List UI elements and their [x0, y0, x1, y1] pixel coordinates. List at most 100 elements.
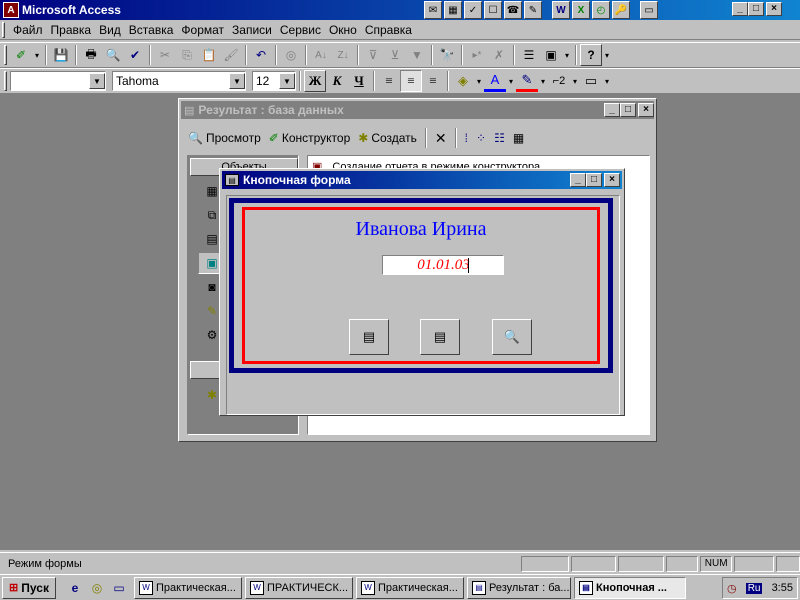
underline-button[interactable]: Ч [348, 70, 370, 92]
task-word-3[interactable]: W Практическая... [356, 576, 464, 599]
format-painter-icon[interactable]: 🖌 [220, 44, 242, 66]
scheduler-icon[interactable]: ◷ [727, 582, 737, 595]
filter-by-form-icon[interactable]: ⊻ [384, 44, 406, 66]
hyperlink-icon[interactable]: ◎ [280, 44, 302, 66]
maximize-button[interactable]: □ [620, 103, 636, 117]
start-button[interactable]: ⊞ Пуск [2, 576, 56, 599]
align-right-button[interactable]: ≡ [422, 70, 444, 92]
special-effect-icon[interactable]: ▭ [580, 70, 602, 92]
list-view-button[interactable]: ☷ [491, 127, 508, 149]
font-color-icon[interactable]: A [484, 70, 506, 92]
spelling-icon[interactable]: ✔ [124, 44, 146, 66]
toolbar-grip[interactable] [4, 45, 7, 65]
fill-color-icon[interactable]: ◈ [452, 70, 474, 92]
special-effect-dropdown-arrow[interactable]: ▾ [602, 77, 612, 86]
excel-icon[interactable]: X [572, 1, 590, 19]
help-icon[interactable]: ? [580, 44, 602, 66]
open-form-button-2[interactable]: ▤ [420, 319, 460, 355]
cut-icon[interactable]: ✂ [154, 44, 176, 66]
menu-view[interactable]: Вид [95, 23, 125, 37]
task-word-2[interactable]: W ПРАКТИЧЕСК... [245, 576, 353, 599]
paste-icon[interactable]: 📋 [198, 44, 220, 66]
chevron-down-icon[interactable]: ▼ [229, 73, 245, 89]
filter-by-selection-icon[interactable]: ⊽ [362, 44, 384, 66]
line-color-icon[interactable]: ✎ [516, 70, 538, 92]
details-view-button[interactable]: ▦ [510, 127, 527, 149]
open-form-button[interactable]: ▤ [349, 319, 389, 355]
font-size-combo[interactable]: 12 ▼ [252, 71, 296, 91]
close-button[interactable]: × [638, 103, 654, 117]
menu-tools[interactable]: Сервис [276, 23, 325, 37]
journal-icon[interactable]: ✎ [524, 1, 542, 19]
print-preview-icon[interactable]: 🔍 [102, 44, 124, 66]
bold-button[interactable]: Ж [304, 70, 326, 92]
delete-record-icon[interactable]: ✗ [488, 44, 510, 66]
chevron-down-icon[interactable]: ▼ [279, 73, 295, 89]
menu-grip[interactable] [2, 21, 5, 38]
task-icon[interactable]: ✓ [464, 1, 482, 19]
language-indicator[interactable]: Ru [745, 582, 763, 594]
contact-icon[interactable]: ☎ [504, 1, 522, 19]
view-button[interactable]: 🔍 Просмотр [185, 127, 264, 149]
print-icon[interactable]: 🖶 [80, 44, 102, 66]
properties-icon[interactable]: ☰ [518, 44, 540, 66]
preview-report-button[interactable]: 🔍 [492, 319, 532, 355]
menu-format[interactable]: Формат [177, 23, 228, 37]
line-width-dropdown-arrow[interactable]: ▾ [570, 77, 580, 86]
large-icons-button[interactable]: ⁞ [462, 127, 471, 149]
outlook-icon[interactable]: ◴ [592, 1, 610, 19]
task-switchboard-form[interactable]: ▤ Кнопочная ... [574, 576, 686, 599]
minimize-button[interactable]: _ [570, 173, 586, 187]
sort-descending-icon[interactable]: Z↓ [332, 44, 354, 66]
menu-window[interactable]: Окно [325, 23, 361, 37]
new-record-icon[interactable]: ▸* [466, 44, 488, 66]
toolbar-grip[interactable] [4, 71, 7, 91]
create-button[interactable]: ✱ Создать [355, 127, 420, 149]
minimize-button[interactable]: _ [604, 103, 620, 117]
apply-filter-icon[interactable]: ▼ [406, 44, 428, 66]
undo-icon[interactable]: ↶ [250, 44, 272, 66]
new-object-dropdown-arrow[interactable]: ▾ [562, 51, 572, 60]
line-width-icon[interactable]: ⌐2 [548, 70, 570, 92]
show-desktop-icon[interactable]: ▭ [110, 579, 128, 597]
access-icon[interactable]: 🔑 [612, 1, 630, 19]
view-dropdown-arrow[interactable]: ▾ [32, 51, 42, 60]
maximize-button[interactable]: □ [748, 2, 764, 16]
delete-button[interactable]: ✕ [432, 127, 450, 149]
menu-records[interactable]: Записи [228, 23, 276, 37]
outlook-express-icon[interactable]: ◎ [88, 579, 106, 597]
clock[interactable]: 3:55 [772, 582, 793, 594]
align-left-button[interactable]: ≡ [378, 70, 400, 92]
font-name-combo[interactable]: Tahoma ▼ [112, 71, 246, 91]
design-button[interactable]: ✐ Конструктор [266, 127, 353, 149]
small-icons-button[interactable]: ⁘ [473, 127, 489, 149]
sort-ascending-icon[interactable]: A↓ [310, 44, 332, 66]
task-database-window[interactable]: ▤ Результат : ба... [467, 576, 571, 599]
find-icon[interactable]: 🔭 [436, 44, 458, 66]
minimize-button[interactable]: _ [732, 2, 748, 16]
copy-icon[interactable]: ⎘ [176, 44, 198, 66]
menu-help[interactable]: Справка [361, 23, 416, 37]
date-field[interactable]: 01.01.03 [382, 255, 504, 275]
chevron-down-icon[interactable]: ▼ [89, 73, 105, 89]
task-word-1[interactable]: W Практическая... [134, 576, 242, 599]
calendar-icon[interactable]: ▦ [444, 1, 462, 19]
internet-explorer-icon[interactable]: e [66, 579, 84, 597]
access-app-icon[interactable]: A [3, 2, 19, 18]
close-button[interactable]: × [604, 173, 620, 187]
line-color-dropdown-arrow[interactable]: ▾ [538, 77, 548, 86]
menu-insert[interactable]: Вставка [125, 23, 178, 37]
menu-file[interactable]: Файл [9, 23, 47, 37]
fill-color-dropdown-arrow[interactable]: ▾ [474, 77, 484, 86]
database-window-icon[interactable]: ▣ [540, 44, 562, 66]
menu-edit[interactable]: Правка [47, 23, 96, 37]
italic-button[interactable]: К [326, 70, 348, 92]
help-dropdown-arrow[interactable]: ▾ [602, 51, 612, 60]
object-combo[interactable]: ▼ [10, 71, 106, 91]
note-icon[interactable]: ☐ [484, 1, 502, 19]
maximize-button[interactable]: □ [586, 173, 602, 187]
save-icon[interactable]: 💾 [50, 44, 72, 66]
font-color-dropdown-arrow[interactable]: ▾ [506, 77, 516, 86]
word-icon[interactable]: W [552, 1, 570, 19]
view-design-icon[interactable]: ✐ [10, 44, 32, 66]
